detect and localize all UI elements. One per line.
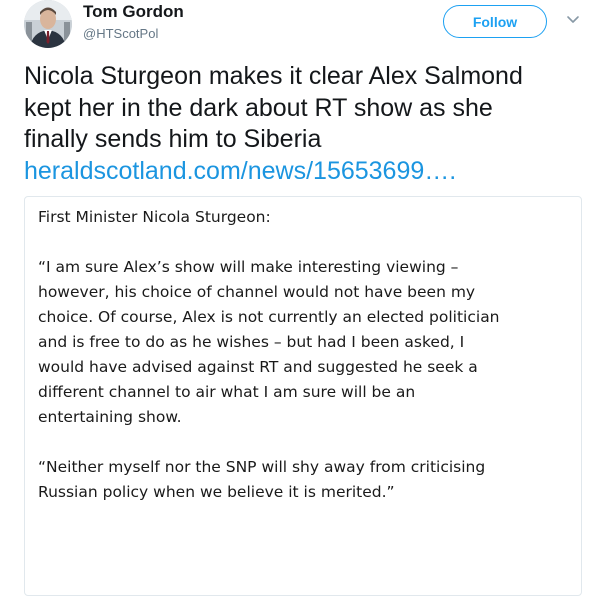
author-handle[interactable]: @HTScotPol xyxy=(83,26,158,41)
statement-line: and is free to do as he wishes – but had… xyxy=(38,333,465,351)
statement-line: “I am sure Alex’s show will make interes… xyxy=(38,258,459,276)
article-link[interactable]: heraldscotland.com/news/15653699…. xyxy=(24,157,456,185)
chevron-down-icon[interactable] xyxy=(564,13,582,27)
statement-line: however, his choice of channel would not… xyxy=(38,283,476,301)
quoted-image-card[interactable]: First Minister Nicola Sturgeon: “I am su… xyxy=(24,196,582,596)
statement-line: different channel to air what I am sure … xyxy=(38,383,416,401)
quoted-statement: First Minister Nicola Sturgeon: “I am su… xyxy=(38,205,568,505)
statement-heading: First Minister Nicola Sturgeon: xyxy=(38,208,271,226)
statement-line: would have advised against RT and sugges… xyxy=(38,358,478,376)
avatar[interactable] xyxy=(24,0,72,48)
tweet-text-line: Nicola Sturgeon makes it clear Alex Salm… xyxy=(24,62,523,90)
tweet: Tom Gordon @HTScotPol Follow Nicola Stur… xyxy=(0,0,600,596)
tweet-text-line: kept her in the dark about RT show as sh… xyxy=(24,93,493,122)
tweet-text: Nicola Sturgeon makes it clear Alex Salm… xyxy=(24,61,594,187)
statement-line: choice. Of course, Alex is not currently… xyxy=(38,308,500,326)
tweet-text-line: finally sends him to Siberia xyxy=(24,125,322,153)
statement-line: “Neither myself nor the SNP will shy awa… xyxy=(38,458,486,476)
statement-line: Russian policy when we believe it is mer… xyxy=(38,483,395,501)
author-name[interactable]: Tom Gordon xyxy=(83,2,184,22)
profile-photo-icon xyxy=(24,0,72,48)
statement-line: entertaining show. xyxy=(38,408,182,426)
follow-button[interactable]: Follow xyxy=(443,5,547,38)
